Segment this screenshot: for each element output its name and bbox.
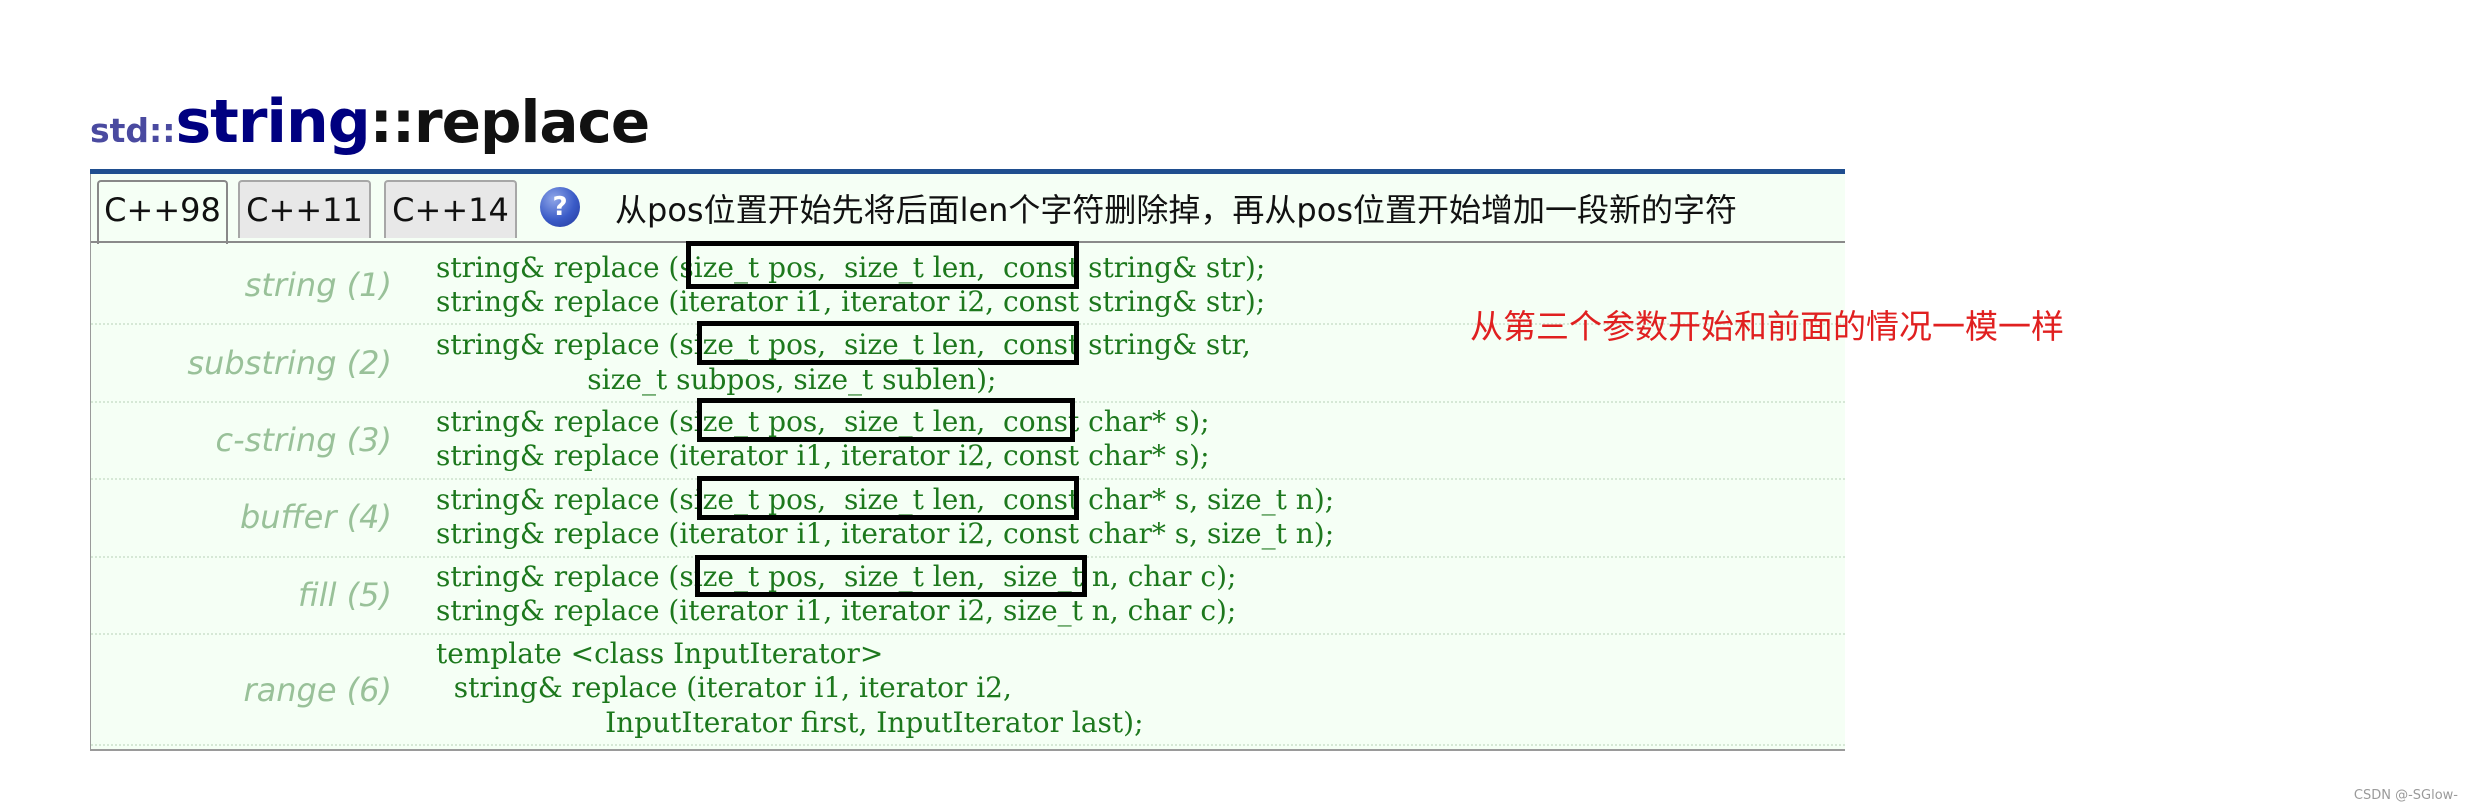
annotation-side: 从第三个参数开始和前面的情况一模一样 [1470,307,2064,346]
help-icon[interactable]: ? [540,187,580,227]
page-title: std::string::replace [90,92,650,152]
row-label-fill[interactable]: fill (5) [298,576,392,614]
tab-cpp98[interactable]: C++98 [97,180,228,244]
prototype-box: C++98 C++11 C++14 ? 从pos位置开始先将后面len个字符删除… [90,174,1845,751]
code-line: string& replace (iterator i1, iterator i… [436,517,1335,550]
row-label-c-string[interactable]: c-string (3) [216,421,393,459]
code-line: size_t subpos, size_t sublen); [436,363,997,396]
highlight-box [686,241,1079,289]
annotation-top: 从pos位置开始先将后面len个字符删除掉，再从pos位置开始增加一段新的字符 [615,191,1737,229]
code-line: string& replace (iterator i1, iterator i… [436,671,1012,704]
title-class-name: string [175,87,370,157]
highlight-box [697,321,1079,365]
highlight-box [697,398,1075,442]
code-line: InputIterator first, InputIterator last)… [436,706,1144,739]
row-label-range[interactable]: range (6) [243,671,392,709]
watermark: CSDN @-SGlow- [2353,788,2458,803]
title-namespace: std:: [90,111,176,150]
row-divider [91,744,1845,746]
row-label-buffer[interactable]: buffer (4) [240,498,392,536]
code-line: string& replace (iterator i1, iterator i… [436,594,1237,627]
title-function: ::replace [369,88,651,156]
code-line: string& replace (iterator i1, iterator i… [436,439,1210,472]
row-divider [91,633,1845,635]
row-label-substring[interactable]: substring (2) [187,344,392,382]
row-label-string[interactable]: string (1) [245,266,392,304]
code-line: template <class InputIterator> [436,637,884,670]
highlight-box [695,555,1087,597]
code-line: string& replace (iterator i1, iterator i… [436,285,1266,318]
tab-cpp11[interactable]: C++11 [238,180,371,238]
highlight-box [697,476,1079,520]
tab-cpp14[interactable]: C++14 [384,180,517,238]
